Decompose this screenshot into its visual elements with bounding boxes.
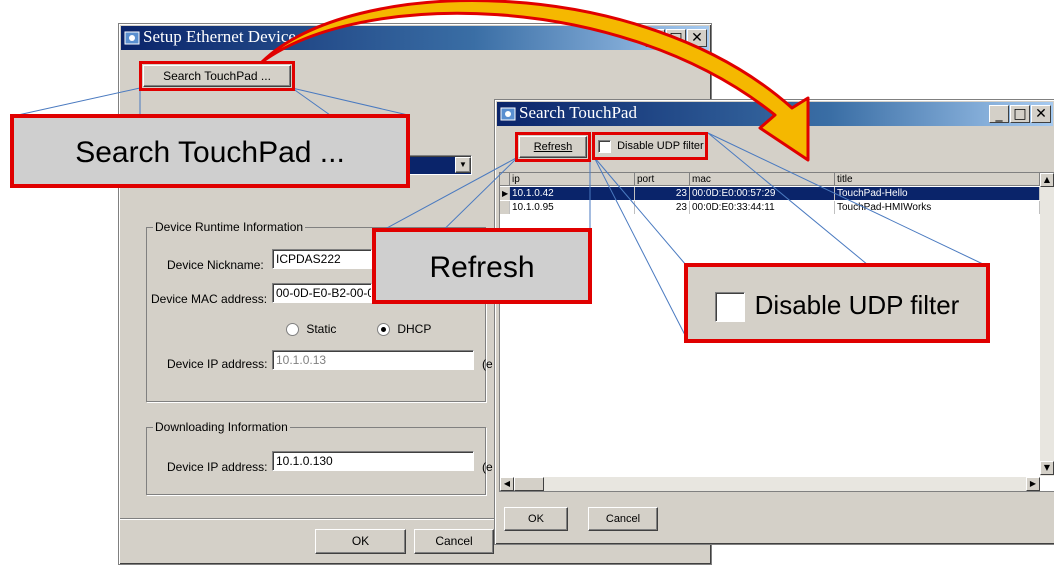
search-callout-line — [291, 87, 409, 116]
udp-zoom-label: Disable UDP filter — [754, 290, 960, 320]
search-zoom-label: Search TouchPad ... — [75, 136, 345, 169]
search-callout-line — [17, 87, 141, 116]
search-button-highlight — [139, 61, 295, 91]
udp-zoom-checkbox-icon — [714, 292, 745, 323]
search-zoom-callout: Search TouchPad ... — [10, 114, 410, 188]
udp-callout-line — [707, 132, 869, 266]
refresh-zoom-label: Refresh — [429, 251, 535, 284]
udp-callout-line — [593, 156, 687, 338]
udp-zoom-callout: Disable UDP filter — [684, 263, 990, 343]
udp-filter-highlight — [592, 132, 708, 160]
udp-callout-line — [707, 132, 986, 266]
udp-callout-line — [593, 156, 687, 266]
refresh-zoom-callout: Refresh — [372, 228, 592, 304]
refresh-button-highlight — [515, 132, 591, 162]
